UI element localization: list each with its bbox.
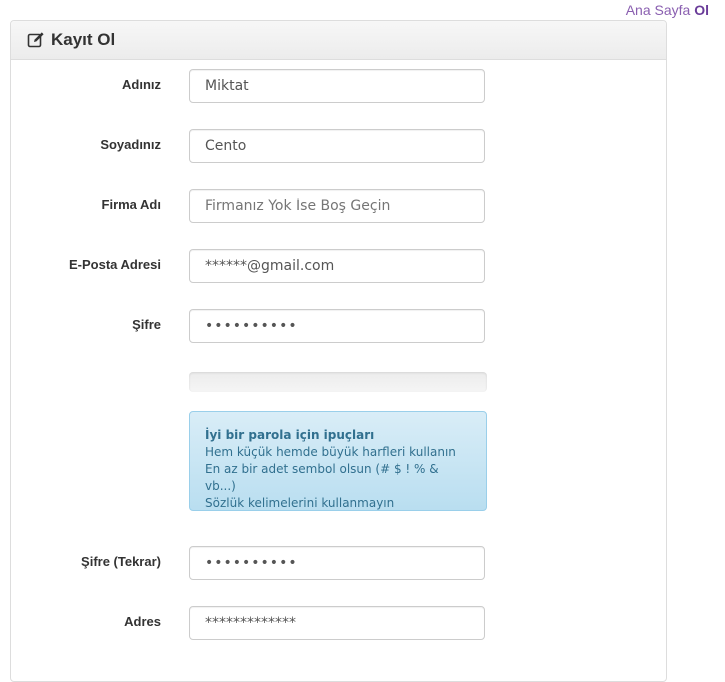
last-name-row: Soyadınız: [11, 129, 666, 165]
panel-heading: Kayıt Ol: [11, 21, 666, 60]
last-name-input[interactable]: [189, 129, 485, 163]
password-label: Şifre: [132, 317, 161, 332]
email-label: E-Posta Adresi: [69, 257, 161, 272]
address-row: Adres: [11, 606, 666, 642]
company-label: Firma Adı: [101, 197, 161, 212]
address-input[interactable]: [189, 606, 485, 640]
company-input[interactable]: [189, 189, 485, 223]
password-row: Şifre: [11, 309, 666, 345]
register-panel: Kayıt Ol Adınız Soyadınız Firma Adı E-Po…: [10, 20, 667, 682]
company-row: Firma Adı: [11, 189, 666, 225]
password-tip-line: En az bir adet sembol olsun (# $ ! % & v…: [205, 462, 439, 493]
edit-icon: [27, 31, 45, 49]
first-name-label: Adınız: [122, 77, 161, 92]
first-name-input[interactable]: [189, 69, 485, 103]
password-repeat-input[interactable]: [189, 546, 485, 580]
email-row: E-Posta Adresi: [11, 249, 666, 285]
password-tips-title: İyi bir parola için ipuçları: [205, 428, 375, 442]
password-repeat-label: Şifre (Tekrar): [81, 554, 161, 569]
email-input[interactable]: [189, 249, 485, 283]
last-name-label: Soyadınız: [100, 137, 161, 152]
first-name-row: Adınız: [11, 69, 666, 105]
breadcrumb-home-link[interactable]: Ana Sayfa: [626, 2, 691, 18]
password-tip-line: Hem küçük hemde büyük harfleri kullanın: [205, 445, 456, 459]
password-input[interactable]: [189, 309, 485, 343]
breadcrumb: Ana Sayfa Ol: [626, 2, 709, 18]
breadcrumb-current: Ol: [694, 2, 709, 18]
page-title: Kayıt Ol: [51, 30, 116, 49]
password-tips-alert: İyi bir parola için ipuçları Hem küçük h…: [189, 411, 487, 511]
address-label: Adres: [124, 614, 161, 629]
password-strength-bar: [189, 372, 487, 392]
password-tip-line: Sözlük kelimelerini kullanmayın: [205, 496, 395, 510]
password-repeat-row: Şifre (Tekrar): [11, 546, 666, 582]
